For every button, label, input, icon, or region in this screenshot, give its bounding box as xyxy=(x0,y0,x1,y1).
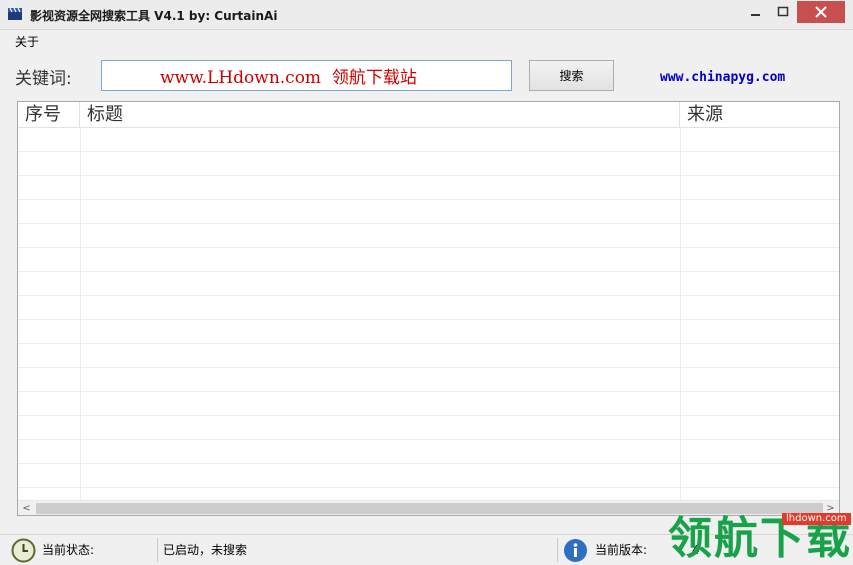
keyword-label: 关键词: xyxy=(15,69,72,89)
keyword-input[interactable] xyxy=(101,60,512,91)
menu-item-about[interactable]: 关于 xyxy=(15,33,39,50)
scroll-left-icon[interactable]: < xyxy=(19,502,34,515)
film-clapper-icon xyxy=(8,7,22,20)
table-header: 序号 标题 来源 xyxy=(18,102,839,128)
maximize-icon xyxy=(777,6,789,17)
menu-bar: 关于 xyxy=(0,31,853,50)
column-divider xyxy=(80,128,81,500)
clock-icon xyxy=(11,538,36,563)
window-title: 影视资源全网搜索工具 V4.1 by: CurtainAi xyxy=(30,9,278,23)
close-icon xyxy=(815,6,827,18)
column-header-title[interactable]: 标题 xyxy=(80,102,680,128)
column-header-number[interactable]: 序号 xyxy=(18,102,80,128)
search-button[interactable]: 搜索 xyxy=(529,60,614,91)
status-divider xyxy=(157,538,158,562)
watermark-tag: lhdown.com xyxy=(782,513,851,525)
watermark-logo: 领航下载 lhdown.com xyxy=(668,512,853,565)
column-divider xyxy=(680,128,681,500)
info-icon xyxy=(564,539,587,562)
results-table[interactable]: 序号 标题 来源 < > xyxy=(17,101,840,516)
status-state-label: 当前状态: xyxy=(42,543,95,557)
status-version-label: 当前版本: xyxy=(595,543,648,557)
status-state-value: 已启动，未搜索 xyxy=(163,543,248,557)
minimize-button[interactable] xyxy=(742,1,769,23)
column-header-source[interactable]: 来源 xyxy=(680,102,839,128)
maximize-button[interactable] xyxy=(769,1,797,23)
close-button[interactable] xyxy=(797,1,845,23)
site-link[interactable]: www.chinapyg.com xyxy=(660,70,785,85)
minimize-icon xyxy=(751,14,760,16)
status-divider xyxy=(557,538,558,562)
table-rows xyxy=(18,128,839,500)
title-bar: 影视资源全网搜索工具 V4.1 by: CurtainAi xyxy=(0,0,853,30)
